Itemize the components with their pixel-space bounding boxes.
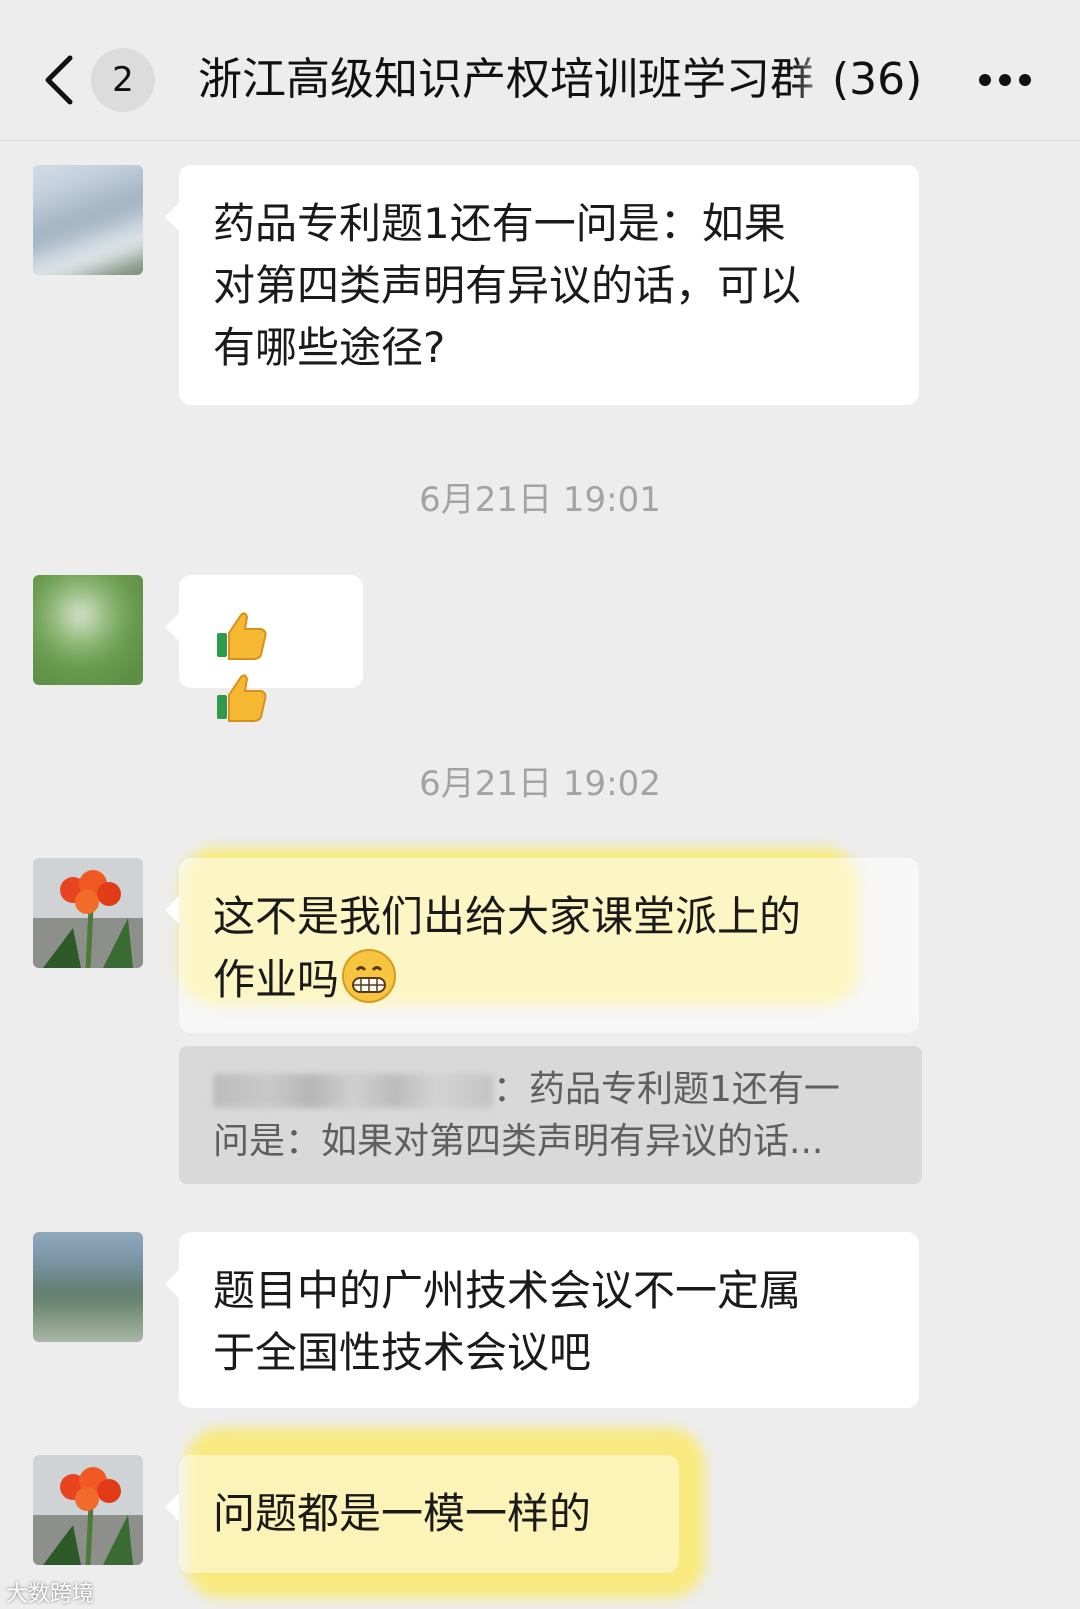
message-text-line: 药品专利题1还有一问是：如果 [213,199,786,248]
message-text-line: 这不是我们出给大家课堂派上的 [213,892,802,941]
message-text-line: 作业吗 [213,955,340,1004]
avatar[interactable] [33,575,143,685]
avatar[interactable] [33,165,143,275]
timestamp: 6月21日 19:01 [419,480,661,520]
more-dots-icon [979,74,1031,86]
quote-text-line: ：药品专利题1还有一 [493,1069,840,1110]
timestamp: 6月21日 19:02 [419,764,661,804]
flower-avatar-image [33,1455,143,1565]
more-options-button[interactable] [975,62,1039,98]
avatar[interactable] [33,1232,143,1342]
grinning-face-icon [341,948,397,1004]
message-text-line: 题目中的广州技术会议不一定属 [213,1266,802,1315]
message-bubble[interactable]: 药品专利题1还有一问是：如果 对第四类声明有异议的话，可以 有哪些途径? [165,165,919,405]
message-bubble[interactable] [165,575,363,722]
avatar[interactable] [33,1455,143,1565]
message-text-line: 对第四类声明有异议的话，可以 [213,261,802,310]
message-bubble[interactable]: 这不是我们出给大家课堂派上的 作业吗 [165,858,919,1033]
avatar-image [33,165,143,275]
chat-title: 浙江高级知识产权培训班学习群 [198,54,814,105]
quoted-message[interactable]: ：药品专利题1还有一 问是：如果对第四类声明有异议的话... [179,1046,922,1184]
chat-header: 2 浙江高级知识产权培训班学习群 (36) [0,0,1080,141]
chevron-left-icon [45,55,73,105]
thumbs-up-icon [213,669,269,725]
message-text-line: 于全国性技术会议吧 [213,1328,592,1377]
unread-count-badge[interactable]: 2 [91,48,155,112]
avatar-image [33,1232,143,1342]
message-text-line: 有哪些途径? [213,323,446,372]
message-bubble[interactable]: 问题都是一模一样的 [165,1455,679,1573]
quoted-sender-name-blurred [213,1074,493,1108]
message-bubble[interactable]: 题目中的广州技术会议不一定属 于全国性技术会议吧 [165,1232,919,1408]
flower-avatar-image [33,858,143,968]
member-count: (36) [832,54,923,105]
back-button[interactable] [36,48,84,112]
message-text-line: 问题都是一模一样的 [213,1489,592,1538]
avatar-image [33,575,143,685]
thumbs-up-icon [213,607,269,663]
watermark: 大数跨境 [6,1582,95,1607]
avatar[interactable] [33,858,143,968]
quote-text-line: 问是：如果对第四类声明有异议的话... [213,1121,824,1162]
